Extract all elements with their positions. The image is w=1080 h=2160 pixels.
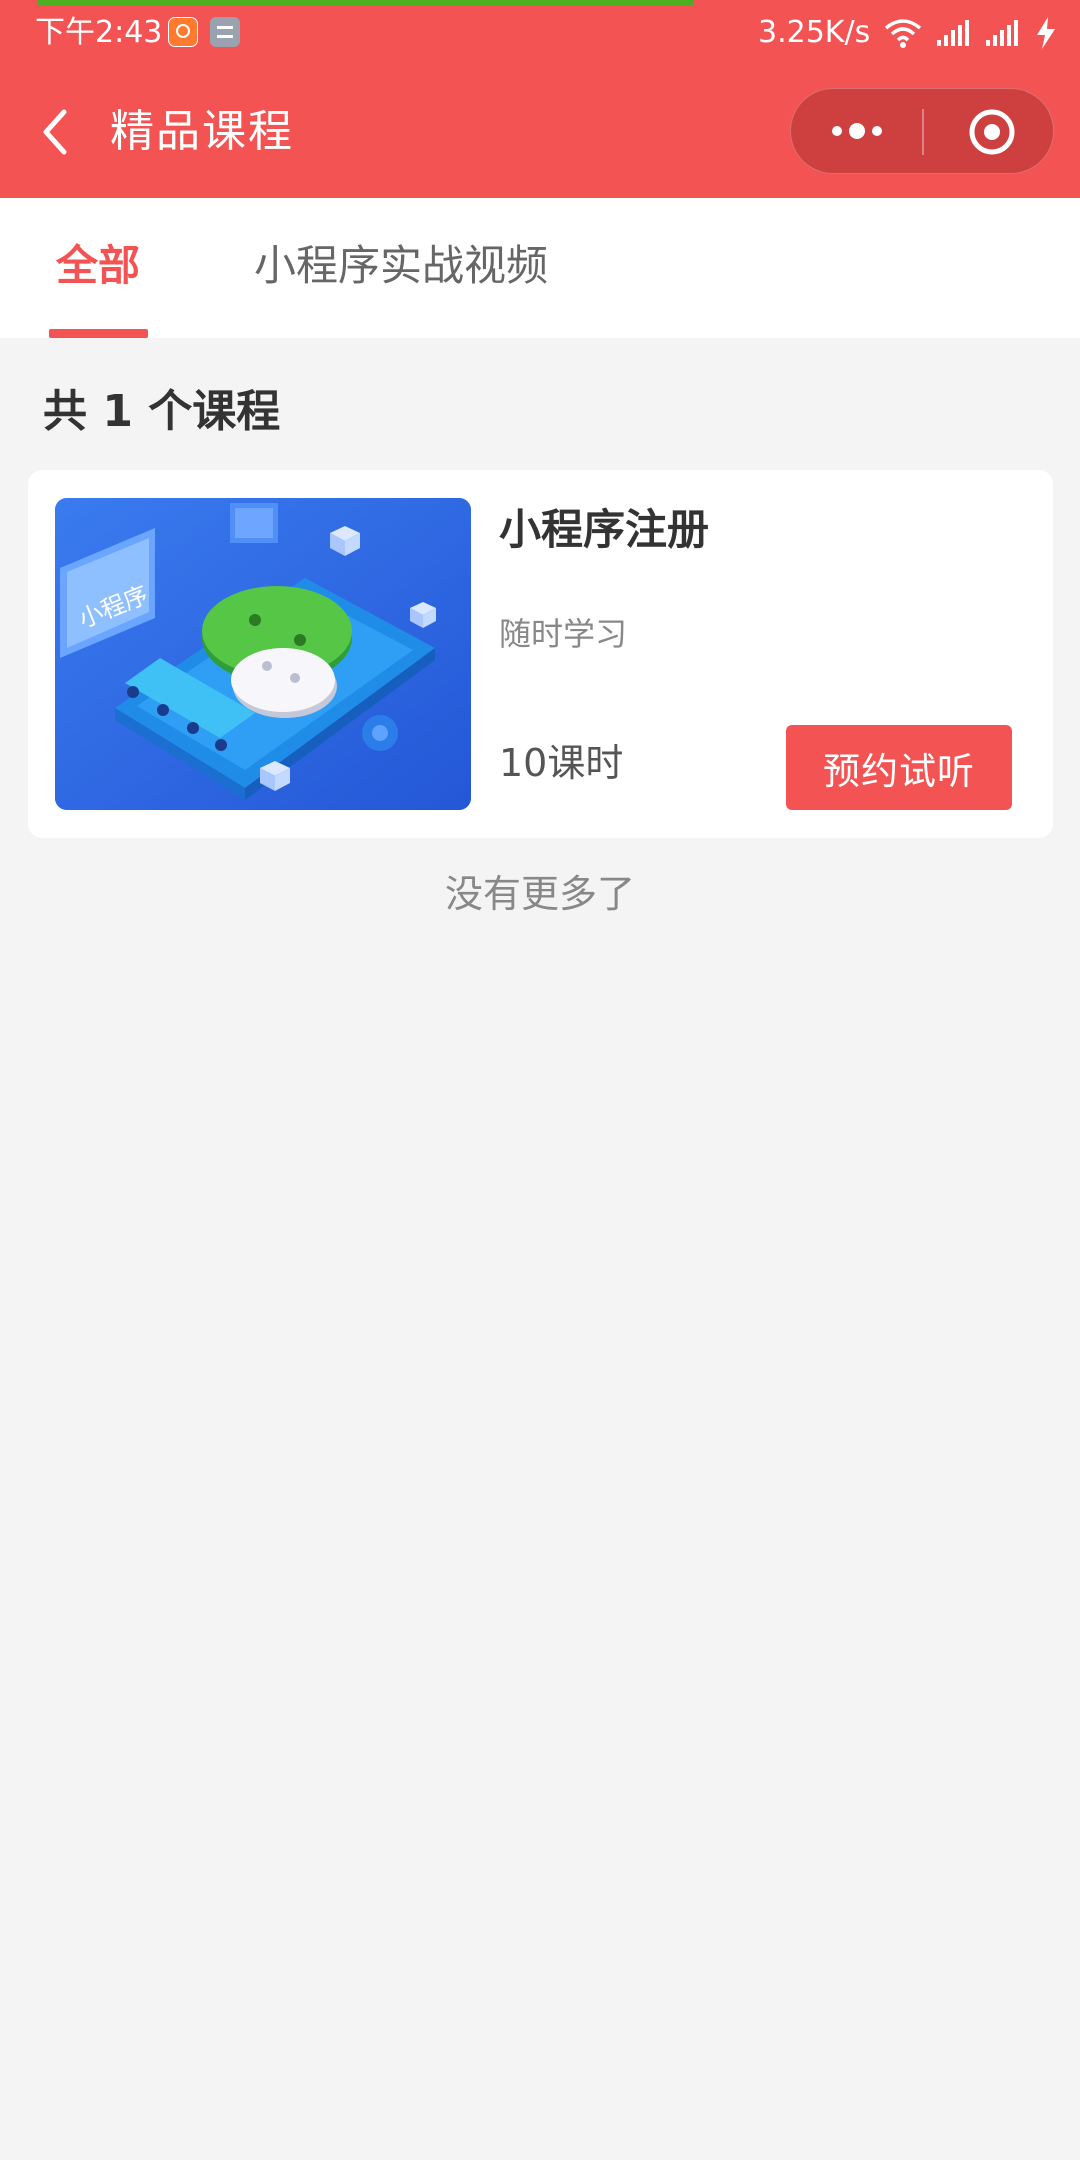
signal-icon (937, 20, 969, 46)
network-speed: 3.25K/s (758, 15, 871, 50)
course-title: 小程序注册 (499, 505, 710, 554)
capsule-divider (922, 109, 924, 155)
book-trial-button[interactable]: 预约试听 (786, 725, 1012, 810)
course-card[interactable]: 小程序 小程序注册 随时学习 10课时 预约试听 (28, 470, 1053, 838)
status-bar: 下午2:43 3.25K/s (0, 0, 1080, 66)
app-notification-icon-2 (210, 17, 240, 47)
signal-icon-2 (986, 20, 1018, 46)
category-tabs: 全部 小程序实战视频 (0, 198, 1080, 338)
more-dots-icon[interactable] (827, 117, 887, 145)
wifi-icon (884, 19, 922, 48)
back-arrow-icon[interactable] (36, 104, 76, 160)
mini-program-capsule (790, 88, 1054, 174)
course-thumbnail: 小程序 (55, 498, 471, 810)
page-title: 精品课程 (110, 106, 294, 157)
charging-icon (1037, 17, 1055, 49)
no-more-text: 没有更多了 (444, 872, 635, 916)
app-notification-icon (168, 17, 198, 47)
header: 下午2:43 3.25K/s 精品课程 (0, 0, 1080, 198)
close-circle-icon[interactable] (967, 107, 1017, 157)
tab-mini-program-videos[interactable]: 小程序实战视频 (254, 238, 548, 294)
nav-bar: 精品课程 (0, 66, 1080, 198)
status-time: 下午2:43 (35, 15, 163, 50)
course-hours: 10课时 (499, 741, 624, 785)
tab-all[interactable]: 全部 (56, 238, 140, 294)
course-count: 共 1 个课程 (43, 386, 281, 437)
course-subtitle: 随时学习 (499, 615, 628, 653)
active-tab-indicator (49, 329, 148, 338)
